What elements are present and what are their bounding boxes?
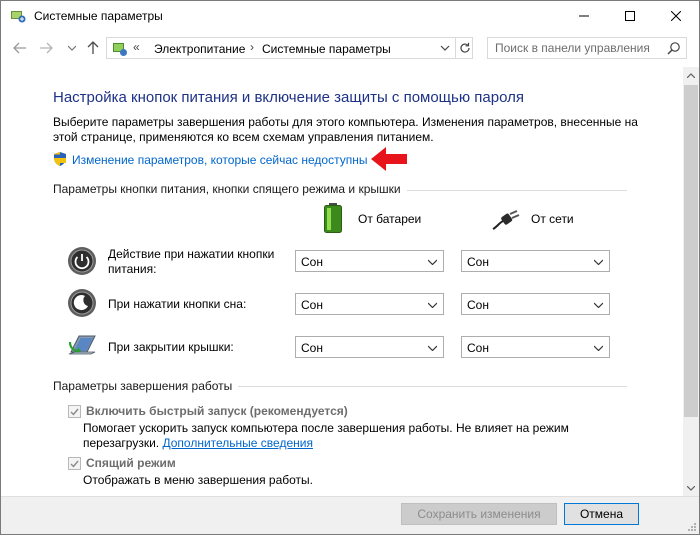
change-unavailable-settings-link[interactable]: Изменение параметров, которые сейчас нед…	[72, 153, 368, 167]
chevron-down-icon	[428, 345, 437, 351]
chevron-down-icon	[594, 302, 603, 308]
chevron-down-icon	[428, 259, 437, 265]
fast-startup-help-line1: Помогает ускорить запуск компьютера посл…	[83, 421, 569, 435]
power-button-icon	[67, 246, 97, 276]
address-bar[interactable]: « Электропитание › Системные параметры	[106, 37, 473, 59]
search-box[interactable]	[487, 37, 687, 59]
scrollbar-thumb[interactable]	[684, 85, 698, 417]
select-value: Сон	[301, 341, 323, 355]
breadcrumb-system-settings[interactable]: Системные параметры	[262, 42, 391, 56]
cancel-button[interactable]: Отмена	[564, 503, 639, 525]
battery-icon	[324, 203, 342, 233]
search-icon[interactable]	[667, 41, 681, 55]
back-button[interactable]	[12, 40, 28, 56]
sleep-button-battery-select[interactable]: Сон	[295, 293, 444, 315]
power-plug-icon	[491, 209, 521, 231]
power-button-ac-select[interactable]: Сон	[461, 250, 610, 272]
chevron-down-icon	[428, 302, 437, 308]
maximize-button[interactable]	[607, 1, 653, 31]
close-icon	[671, 11, 681, 21]
control-panel-icon	[112, 41, 128, 57]
breadcrumb-separator[interactable]: ›	[250, 40, 254, 54]
minimize-button[interactable]	[561, 1, 607, 31]
power-section-title: Параметры кнопки питания, кнопки спящего…	[53, 182, 407, 196]
chevron-down-icon	[440, 45, 450, 51]
scroll-down-button[interactable]	[683, 480, 699, 496]
scroll-down-icon	[687, 485, 695, 491]
sleep-button-icon	[67, 288, 97, 318]
column-on-battery: От батареи	[358, 212, 422, 226]
hibernate-help: Отображать в меню завершения работы.	[83, 473, 314, 487]
more-info-link[interactable]: Дополнительные сведения	[162, 436, 312, 450]
select-value: Сон	[467, 341, 489, 355]
scroll-up-button[interactable]	[683, 67, 699, 83]
select-value: Сон	[467, 255, 489, 269]
chevron-down-icon	[68, 45, 76, 51]
lid-close-action-label: При закрытии крышки:	[108, 340, 234, 354]
up-button[interactable]	[85, 40, 101, 56]
laptop-lid-icon	[67, 332, 97, 362]
forward-button[interactable]	[38, 40, 54, 56]
fast-startup-help-line2-text: перезагрузки.	[83, 436, 160, 450]
window-title: Системные параметры	[34, 9, 163, 23]
power-options-app-icon	[10, 8, 26, 24]
fast-startup-help: Помогает ускорить запуск компьютера посл…	[83, 421, 569, 451]
red-annotation-arrow-icon	[371, 147, 407, 171]
up-arrow-icon	[87, 41, 99, 54]
close-button[interactable]	[653, 1, 699, 31]
minimize-icon	[579, 15, 589, 17]
checkmark-icon	[70, 460, 79, 468]
shutdown-section-title: Параметры завершения работы	[53, 379, 239, 393]
breadcrumb-power-options[interactable]: Электропитание	[154, 42, 245, 56]
recent-locations-button[interactable]	[64, 40, 80, 56]
fast-startup-help-line2: перезагрузки. Дополнительные сведения	[83, 436, 569, 451]
select-value: Сон	[301, 255, 323, 269]
sleep-button-action-label: При нажатии кнопки сна:	[108, 297, 247, 311]
back-arrow-icon	[13, 42, 26, 54]
forward-arrow-icon	[40, 42, 53, 54]
hibernate-label: Спящий режим	[86, 456, 176, 470]
address-dropdown-button[interactable]	[439, 41, 451, 55]
search-input[interactable]	[488, 38, 671, 58]
resize-grip-icon[interactable]	[687, 522, 697, 532]
vertical-scrollbar[interactable]	[683, 67, 699, 496]
lid-close-ac-select[interactable]: Сон	[461, 336, 610, 358]
save-changes-button[interactable]: Сохранить изменения	[401, 503, 557, 525]
refresh-button[interactable]	[455, 38, 474, 58]
power-button-action-label: Действие при нажатии кнопки питания:	[108, 247, 275, 276]
lid-close-battery-select[interactable]: Сон	[295, 336, 444, 358]
select-value: Сон	[301, 298, 323, 312]
chevron-down-icon	[594, 259, 603, 265]
fast-startup-checkbox[interactable]	[68, 405, 81, 418]
page-description: Выберите параметры завершения работы для…	[53, 115, 638, 144]
scroll-up-icon	[687, 72, 695, 78]
chevron-down-icon	[594, 345, 603, 351]
breadcrumb-overflow[interactable]: «	[133, 40, 140, 54]
title-bar: Системные параметры	[1, 1, 699, 31]
sleep-button-ac-select[interactable]: Сон	[461, 293, 610, 315]
page-heading: Настройка кнопок питания и включение защ…	[53, 89, 524, 106]
power-button-battery-select[interactable]: Сон	[295, 250, 444, 272]
uac-shield-icon	[52, 151, 68, 167]
hibernate-checkbox[interactable]	[68, 457, 81, 470]
refresh-icon	[460, 42, 470, 53]
system-settings-window: Системные параметры « Электропитание › С…	[0, 0, 700, 535]
select-value: Сон	[467, 298, 489, 312]
checkmark-icon	[70, 408, 79, 416]
maximize-icon	[625, 11, 635, 21]
fast-startup-label: Включить быстрый запуск (рекомендуется)	[86, 404, 348, 418]
column-on-ac: От сети	[531, 212, 574, 226]
